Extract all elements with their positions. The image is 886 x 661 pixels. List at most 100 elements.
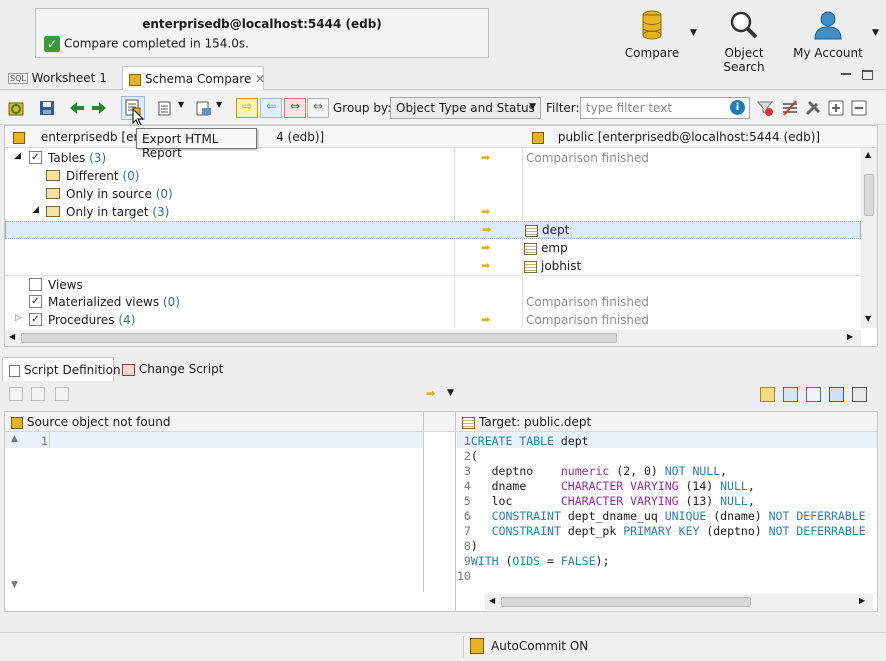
tree-row-different[interactable]: Different (0)	[5, 167, 861, 185]
download-icon[interactable]	[829, 387, 844, 402]
compare-tree: enterprisedb [enter 4 (edb)] public [ente…	[4, 125, 878, 347]
code-line: 10	[457, 569, 866, 584]
tab-script-definition[interactable]: Script Definition	[2, 357, 121, 381]
next-diff-icon[interactable]	[90, 99, 108, 117]
group-by-label: Group by:	[333, 101, 392, 115]
editor-tab-strip: SQL Worksheet 1 Schema Compare ✕	[0, 66, 886, 90]
tree-row-tables[interactable]: ◢ ✓ Tables (3) ➡ Comparison finished	[5, 149, 861, 167]
code-line: 7 CONSTRAINT dept_pk PRIMARY KEY (deptno…	[457, 524, 866, 538]
expand-arrow-icon[interactable]: ◢	[14, 151, 21, 161]
direction-arrow-icon: ➡	[481, 241, 491, 254]
filter-input[interactable]: type filter text i	[580, 97, 750, 119]
tab-schema-compare[interactable]: Schema Compare ✕	[122, 66, 265, 90]
change-script-icon	[122, 363, 135, 376]
minimize-icon[interactable]	[841, 73, 851, 75]
tables-checkbox[interactable]: ✓	[29, 151, 42, 164]
direction-arrow-icon: ➡	[482, 223, 492, 236]
direction-column-header[interactable]	[454, 126, 522, 148]
compare-dropdown-icon[interactable]: ▼	[690, 28, 697, 38]
code-line: 4 dname CHARACTER VARYING (14) NULL,	[457, 479, 755, 493]
split-view-icon[interactable]	[852, 387, 867, 402]
tree-row-procedures[interactable]: ▷ ✓ Procedures (4) ➡ Comparison finished	[5, 311, 861, 329]
filter-target-to-source-icon[interactable]: ⇦	[260, 98, 282, 118]
line-number: 5	[457, 494, 471, 508]
tree-row-emp[interactable]: ➡ emp	[5, 239, 861, 257]
my-account-button[interactable]: My Account	[792, 10, 864, 60]
paste-icon[interactable]	[55, 387, 69, 401]
direction-dropdown-icon[interactable]: ▼	[447, 388, 454, 398]
direction-arrow-icon: ➡	[481, 151, 491, 164]
tree-vertical-scrollbar[interactable]: ▲ ▼	[861, 148, 877, 328]
collapse-all-icon[interactable]	[850, 99, 868, 117]
code-line: 1CREATE TABLE dept	[457, 434, 589, 448]
close-tab-icon[interactable]: ✕	[255, 72, 265, 86]
copy-to-target-icon[interactable]	[9, 387, 23, 401]
line-number: 9	[457, 554, 471, 568]
tree-horizontal-scrollbar[interactable]: ◀ ▶	[5, 330, 861, 346]
export-script-dropdown-icon[interactable]: ▼	[216, 100, 222, 109]
expand-arrow-icon[interactable]: ◢	[32, 205, 39, 215]
source-pane-header: Source object not found	[5, 412, 455, 432]
refresh-compare-icon[interactable]	[7, 99, 25, 117]
code-line: 2(	[457, 449, 478, 463]
tree-row-views[interactable]: Views	[5, 275, 861, 293]
target-editor[interactable]: 1CREATE TABLE dept 2( 3 deptno numeric (…	[457, 432, 877, 592]
open-in-editor-icon[interactable]	[806, 387, 821, 402]
compare-status-message: ✓ Compare completed in 154.0s.	[44, 36, 249, 52]
source-editor[interactable]: ▲ 1 ▼	[5, 432, 423, 600]
script-toolbar: ➡ ▼	[0, 380, 886, 408]
line-number: 3	[457, 464, 471, 478]
compare-button[interactable]: Compare	[622, 10, 682, 60]
line-number: 7	[457, 524, 471, 538]
tab-worksheet[interactable]: SQL Worksheet 1	[2, 66, 113, 90]
save-icon[interactable]	[38, 99, 56, 117]
copy-script-icon[interactable]	[31, 387, 45, 401]
filter-label: Filter:	[546, 101, 580, 115]
filter-source-to-target-icon[interactable]: ⇨	[236, 98, 258, 118]
line-number: 6	[457, 509, 471, 523]
filter-equal-icon[interactable]: ⇔	[307, 98, 329, 118]
code-line: 8)	[457, 539, 478, 553]
database-icon	[13, 131, 25, 144]
chevron-down-icon: ▼	[529, 102, 536, 112]
info-icon: i	[730, 100, 745, 115]
views-checkbox[interactable]	[29, 278, 42, 291]
tab-change-script[interactable]: Change Script	[116, 357, 229, 381]
procedures-checkbox[interactable]: ✓	[29, 313, 42, 326]
line-number: 8	[457, 539, 471, 553]
previous-diff-icon[interactable]	[68, 99, 86, 117]
settings-tools-icon[interactable]	[804, 99, 822, 117]
tree-row-only-in-source[interactable]: Only in source (0)	[5, 185, 861, 203]
group-by-select[interactable]: Object Type and Status ▼	[390, 97, 541, 119]
schema-compare-icon	[129, 73, 141, 86]
autocommit-icon	[470, 638, 484, 654]
tree-row-dept[interactable]: ➡ dept	[5, 221, 861, 239]
db-object-icon	[11, 416, 23, 429]
target-column-header[interactable]: public [enterprisedb@localhost:5444 (edb…	[522, 126, 877, 148]
line-number: 1	[457, 434, 471, 448]
tree-row-only-in-target[interactable]: ◢ Only in target (3) ➡	[5, 203, 861, 221]
open-folder-icon[interactable]	[760, 387, 775, 402]
copy-all-icon[interactable]	[783, 387, 798, 402]
filter-conflicts-icon[interactable]: ⇔	[284, 98, 306, 118]
target-horizontal-scrollbar[interactable]: ◀ ▶	[485, 594, 873, 610]
materialized-views-checkbox[interactable]: ✓	[29, 295, 42, 308]
apply-script-icon[interactable]	[157, 99, 175, 117]
collapsed-arrow-icon[interactable]: ▷	[15, 313, 22, 323]
tree-row-materialized-views[interactable]: ✓ Materialized views (0) Comparison fini…	[5, 293, 861, 311]
export-script-icon[interactable]	[195, 99, 213, 117]
autocommit-status[interactable]: AutoCommit ON	[491, 639, 588, 653]
object-search-button[interactable]: Object Search	[706, 10, 782, 74]
maximize-icon[interactable]	[862, 70, 873, 80]
checkmark-icon: ✓	[44, 36, 60, 52]
compare-toolbar: ▼ ▼ ⇨ ⇦ ⇔ ⇔ Group by: Object Type and St…	[0, 91, 886, 127]
target-group-icon	[46, 206, 60, 217]
expand-all-icon[interactable]	[827, 99, 845, 117]
account-dropdown-icon[interactable]: ▼	[872, 28, 879, 38]
hide-items-icon[interactable]	[781, 99, 799, 117]
clear-filter-icon[interactable]	[756, 99, 774, 117]
apply-script-dropdown-icon[interactable]: ▼	[178, 100, 184, 109]
target-pane-header: Target: public.dept	[456, 412, 877, 432]
tree-row-jobhist[interactable]: ➡ jobhist	[5, 257, 861, 275]
direction-arrow-icon[interactable]: ➡	[426, 387, 435, 400]
